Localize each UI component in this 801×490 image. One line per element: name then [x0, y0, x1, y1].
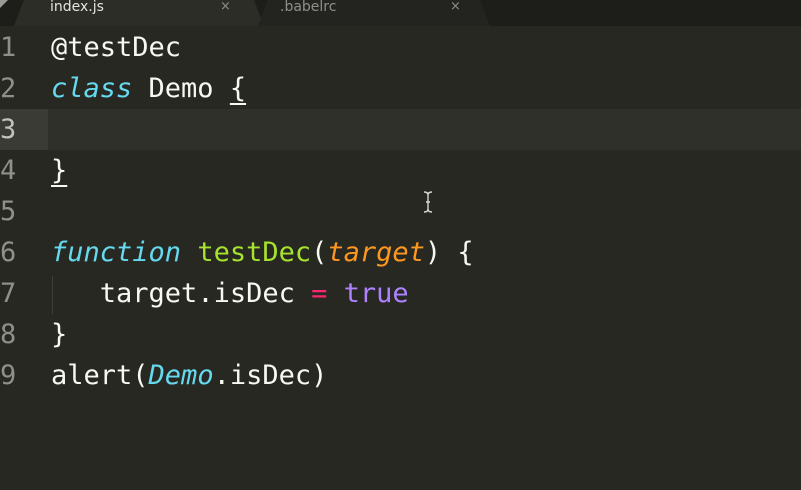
- code-line-7: target.isDec = true: [51, 273, 409, 314]
- property-token: target.isDec: [99, 278, 312, 309]
- paren-brace-token: ) {: [424, 237, 474, 268]
- tab-bar: index.js × .babelrc ×: [0, 0, 801, 26]
- keyword-token: function: [51, 237, 182, 268]
- code-line-9: alert(Demo.isDec): [51, 355, 327, 396]
- operator-token: =: [311, 278, 328, 309]
- brace-token: {: [229, 73, 247, 104]
- boolean-token: true: [343, 278, 409, 309]
- tab-label: index.js: [50, 0, 104, 15]
- class-ref-token: Demo: [148, 360, 214, 391]
- decorator-token: @testDec: [51, 32, 182, 63]
- code-line-8: }: [51, 314, 67, 355]
- brace-token: }: [51, 319, 68, 350]
- line-number: 3: [0, 114, 17, 145]
- call-token: alert(: [51, 360, 149, 391]
- code-line-2: class Demo {: [51, 68, 246, 109]
- line-number: 5: [0, 196, 17, 227]
- function-name-token: testDec: [197, 237, 312, 268]
- keyword-token: class: [51, 73, 133, 104]
- tab-close-icon[interactable]: ×: [450, 0, 461, 14]
- line-number: 4: [0, 155, 17, 186]
- line-number: 1: [0, 32, 17, 63]
- tab-close-icon[interactable]: ×: [220, 0, 231, 14]
- line-number: 7: [0, 278, 17, 309]
- brace-token: }: [51, 155, 68, 186]
- line-number: 6: [0, 237, 17, 268]
- tab-index-js[interactable]: index.js ×: [14, 0, 264, 26]
- member-token: .isDec): [213, 360, 328, 391]
- indent-token: [51, 278, 100, 309]
- class-name-token: Demo: [132, 73, 230, 104]
- line-number: 2: [0, 73, 17, 104]
- line-number: 8: [0, 319, 17, 350]
- code-editor[interactable]: 1 2 3 4 5 6 7 8 9 @testDec class Demo { …: [0, 26, 801, 490]
- code-line-4: }: [51, 150, 67, 191]
- current-line-highlight: [0, 109, 801, 150]
- tab-label: .babelrc: [280, 0, 337, 15]
- tab-scroll-left-icon[interactable]: [0, 0, 10, 12]
- parameter-token: target: [327, 237, 425, 268]
- code-line-6: function testDec(target) {: [51, 232, 474, 273]
- code-line-1: @testDec: [51, 27, 181, 68]
- ibeam-cursor-icon: [423, 191, 433, 213]
- paren-token: (: [311, 237, 328, 268]
- line-number: 9: [0, 360, 17, 391]
- tab-babelrc[interactable]: .babelrc ×: [258, 0, 490, 26]
